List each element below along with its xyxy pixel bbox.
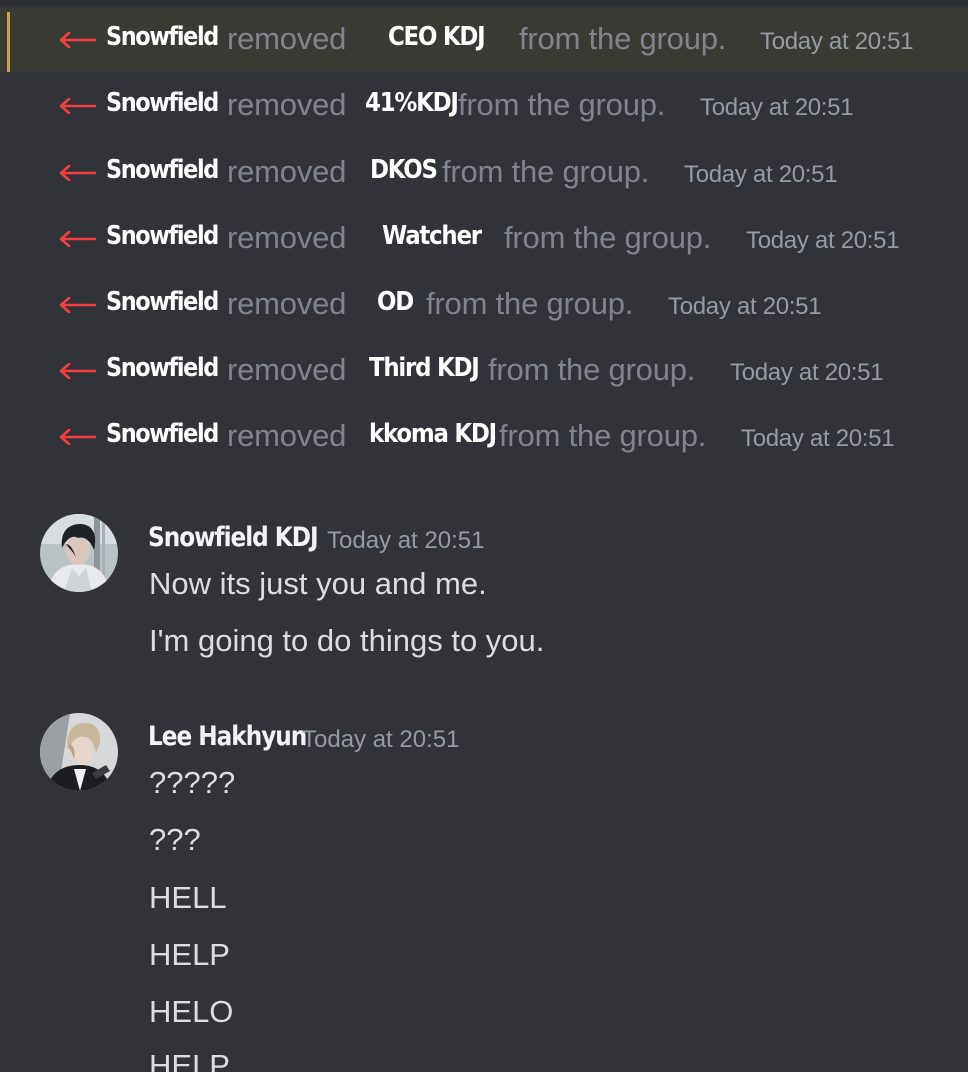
avatar[interactable] — [40, 514, 118, 592]
action-rest: from the group. — [519, 21, 727, 56]
avatar[interactable] — [40, 713, 118, 791]
action-rest: from the group. — [442, 154, 650, 189]
timestamp[interactable]: Today at 20:51 — [760, 28, 914, 56]
removed-user-name[interactable]: OD — [377, 287, 414, 317]
system-message[interactable]: Snowfield removed CEO KDJ from the group… — [0, 8, 968, 72]
timestamp[interactable]: Today at 20:51 — [746, 227, 900, 255]
removed-user-name[interactable]: DKOS — [370, 155, 438, 185]
message-line[interactable]: ????? — [149, 765, 235, 801]
action-rest: from the group. — [458, 87, 666, 122]
channel-top-edge — [0, 0, 968, 6]
system-message[interactable]: Snowfield removed Watcher from the group… — [0, 207, 968, 271]
removed-user-name[interactable]: 41%KDJ — [365, 88, 459, 118]
leave-arrow-icon — [59, 297, 96, 313]
actor-name[interactable]: Snowfield — [106, 287, 219, 317]
actor-name[interactable]: Snowfield — [106, 155, 219, 185]
actor-name[interactable]: Snowfield — [106, 22, 219, 52]
leave-arrow-icon — [59, 231, 96, 247]
system-message[interactable]: Snowfield removed OD from the group. Tod… — [0, 273, 968, 337]
action-verb: removed — [227, 87, 347, 122]
action-rest: from the group. — [488, 352, 696, 387]
removed-user-name[interactable]: Watcher — [382, 221, 482, 251]
message-line[interactable]: Now its just you and me. — [149, 566, 487, 602]
action-verb: removed — [227, 352, 347, 387]
message-line[interactable]: HELP — [149, 937, 230, 973]
actor-name[interactable]: Snowfield — [106, 419, 219, 449]
action-verb: removed — [227, 154, 347, 189]
system-message[interactable]: Snowfield removed DKOS from the group. T… — [0, 141, 968, 205]
leave-arrow-icon — [59, 32, 96, 48]
action-verb: removed — [227, 418, 347, 453]
system-message[interactable]: Snowfield removed 41%KDJ from the group.… — [0, 74, 968, 138]
action-rest: from the group. — [504, 220, 712, 255]
timestamp[interactable]: Today at 20:51 — [668, 293, 822, 321]
actor-name[interactable]: Snowfield — [106, 353, 219, 383]
action-rest: from the group. — [426, 286, 634, 321]
action-verb: removed — [227, 286, 347, 321]
removed-user-name[interactable]: Third KDJ — [369, 353, 480, 383]
user-avatar-dark-hair-icon — [40, 514, 118, 592]
message-line[interactable]: HELL — [149, 880, 227, 916]
author-name[interactable]: Lee Hakhyun — [148, 721, 307, 752]
actor-name[interactable]: Snowfield — [106, 221, 219, 251]
author-name[interactable]: Snowfield KDJ — [148, 522, 319, 553]
action-rest: from the group. — [499, 418, 707, 453]
message-line[interactable]: HELP — [149, 1048, 230, 1072]
actor-name[interactable]: Snowfield — [106, 88, 219, 118]
timestamp[interactable]: Today at 20:51 — [730, 359, 884, 387]
action-verb: removed — [227, 21, 347, 56]
timestamp[interactable]: Today at 20:51 — [302, 726, 459, 754]
action-verb: removed — [227, 220, 347, 255]
leave-arrow-icon — [59, 429, 96, 445]
leave-arrow-icon — [59, 98, 96, 114]
message-line[interactable]: ??? — [149, 822, 201, 858]
message-line[interactable]: I'm going to do things to you. — [149, 623, 544, 659]
timestamp[interactable]: Today at 20:51 — [327, 527, 484, 555]
system-message[interactable]: Snowfield removed kkoma KDJ from the gro… — [0, 405, 968, 469]
removed-user-name[interactable]: CEO KDJ — [388, 22, 486, 52]
timestamp[interactable]: Today at 20:51 — [741, 425, 895, 453]
removed-user-name[interactable]: kkoma KDJ — [369, 419, 497, 449]
message-line[interactable]: HELO — [149, 994, 233, 1030]
timestamp[interactable]: Today at 20:51 — [700, 94, 854, 122]
leave-arrow-icon — [59, 363, 96, 379]
user-avatar-light-hair-icon — [40, 713, 118, 791]
leave-arrow-icon — [59, 165, 96, 181]
system-message[interactable]: Snowfield removed Third KDJ from the gro… — [0, 339, 968, 403]
timestamp[interactable]: Today at 20:51 — [684, 161, 838, 189]
